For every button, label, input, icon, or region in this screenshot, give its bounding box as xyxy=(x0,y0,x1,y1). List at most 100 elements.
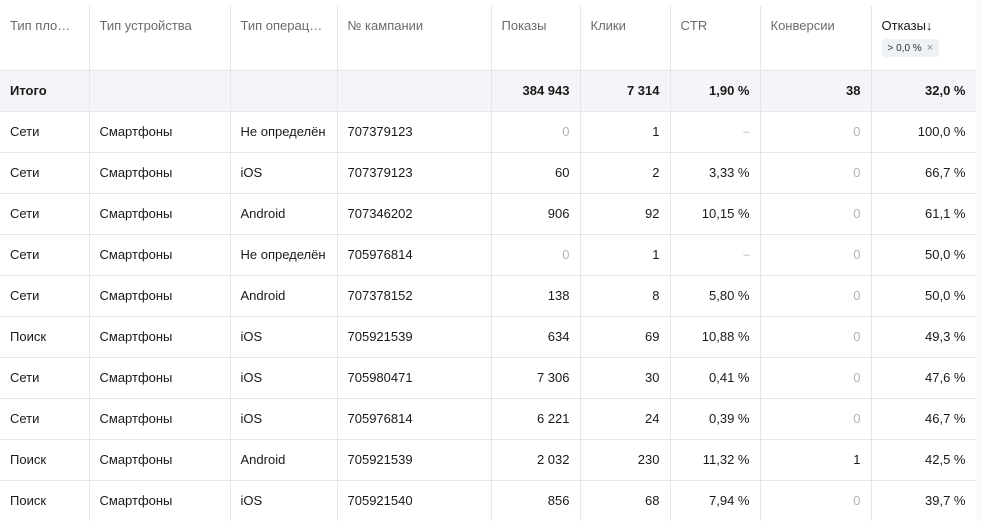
cell-platform: Поиск xyxy=(0,439,90,481)
cell-impressions: 6 221 xyxy=(491,398,581,440)
cell-platform: Сети xyxy=(0,357,90,399)
table-row[interactable]: Поиск Смартфоны Android 705921539 2 032 230 11… xyxy=(0,439,977,481)
cell-device: Смартфоны xyxy=(89,275,231,317)
cell-impressions: 634 xyxy=(491,316,581,358)
col-header-ctr[interactable]: CTR xyxy=(670,6,761,71)
close-icon[interactable]: × xyxy=(927,42,933,54)
cell-ctr: 10,88 % xyxy=(670,316,761,358)
col-header-impressions[interactable]: Показы xyxy=(491,6,581,71)
cell-os: iOS xyxy=(230,480,338,521)
cell-platform: Сети xyxy=(0,234,90,276)
report-table-container: Тип площ… Тип устройства Тип операци… № … xyxy=(0,0,981,521)
cell-bounce: 61,1 % xyxy=(871,193,977,235)
cell-device: Смартфоны xyxy=(89,357,231,399)
cell-os: Android xyxy=(230,275,338,317)
col-header-platform-type[interactable]: Тип площ… xyxy=(0,6,90,71)
cell-impressions: 7 306 xyxy=(491,357,581,399)
cell-os: iOS xyxy=(230,316,338,358)
cell-device: Смартфоны xyxy=(89,316,231,358)
cell-clicks: 69 xyxy=(580,316,671,358)
table-row[interactable]: Сети Смартфоны Android 707378152 138 8 5,80 % 0… xyxy=(0,275,977,317)
total-empty-cell xyxy=(230,70,338,112)
cell-os: Android xyxy=(230,439,338,481)
cell-platform: Поиск xyxy=(0,316,90,358)
cell-ctr: 10,15 % xyxy=(670,193,761,235)
cell-conversions: 0 xyxy=(760,111,872,153)
cell-clicks: 30 xyxy=(580,357,671,399)
cell-conversions: 1 xyxy=(760,439,872,481)
cell-bounce: 50,0 % xyxy=(871,275,977,317)
table-row[interactable]: Сети Смартфоны Android 707346202 906 92 10,15 … xyxy=(0,193,977,235)
cell-conversions: 0 xyxy=(760,316,872,358)
cell-conversions: 0 xyxy=(760,152,872,194)
cell-platform: Сети xyxy=(0,111,90,153)
cell-campaign: 707379123 xyxy=(337,152,492,194)
cell-clicks: 68 xyxy=(580,480,671,521)
cell-ctr: 3,33 % xyxy=(670,152,761,194)
cell-bounce: 42,5 % xyxy=(871,439,977,481)
cell-campaign: 705921540 xyxy=(337,480,492,521)
col-header-clicks[interactable]: Клики xyxy=(580,6,671,71)
cell-ctr: 5,80 % xyxy=(670,275,761,317)
cell-device: Смартфоны xyxy=(89,398,231,440)
table-row[interactable]: Сети Смартфоны Не определён 707379123 0 1–0 10… xyxy=(0,111,977,153)
total-conversions: 38 xyxy=(760,70,872,112)
col-header-conversions[interactable]: Конверсии xyxy=(760,6,872,71)
cell-conversions: 0 xyxy=(760,234,872,276)
cell-bounce: 66,7 % xyxy=(871,152,977,194)
cell-os: iOS xyxy=(230,398,338,440)
table-row[interactable]: Сети Смартфоны iOS 705976814 6 221 24 0,39 % 0 4… xyxy=(0,398,977,440)
col-header-device-type[interactable]: Тип устройства xyxy=(89,6,231,71)
bounce-header-label[interactable]: Отказы↓ xyxy=(882,18,966,33)
col-header-os-type[interactable]: Тип операци… xyxy=(230,6,338,71)
total-row: Итого 384 943 7 314 1,90 % 38 32,0 % xyxy=(0,70,977,112)
table-row[interactable]: Поиск Смартфоны iOS 705921539 634 69 10,88 % 0 4… xyxy=(0,316,977,358)
cell-campaign: 705921539 xyxy=(337,439,492,481)
cell-device: Смартфоны xyxy=(89,152,231,194)
cell-bounce: 50,0 % xyxy=(871,234,977,276)
cell-impressions: 60 xyxy=(491,152,581,194)
total-clicks: 7 314 xyxy=(580,70,671,112)
cell-campaign: 705980471 xyxy=(337,357,492,399)
bounce-filter-chip[interactable]: > 0,0 % × xyxy=(881,39,940,57)
cell-clicks: 2 xyxy=(580,152,671,194)
cell-ctr: – xyxy=(670,234,761,276)
cell-conversions: 0 xyxy=(760,275,872,317)
cell-bounce: 100,0 % xyxy=(871,111,977,153)
table-row[interactable]: Сети Смартфоны iOS 705980471 7 306 30 0,41 % 0 4… xyxy=(0,357,977,399)
total-impressions: 384 943 xyxy=(491,70,581,112)
cell-impressions: 0 xyxy=(491,234,581,276)
cell-conversions: 0 xyxy=(760,398,872,440)
cell-clicks: 1 xyxy=(580,234,671,276)
table-row[interactable]: Сети Смартфоны iOS 707379123 60 2 3,33 % 0 66,7 … xyxy=(0,152,977,194)
total-bounce: 32,0 % xyxy=(871,70,977,112)
table-right-edge xyxy=(976,0,981,521)
cell-conversions: 0 xyxy=(760,357,872,399)
cell-campaign: 705976814 xyxy=(337,234,492,276)
total-label: Итого xyxy=(0,70,90,112)
col-header-bounce-rate[interactable]: Отказы↓ > 0,0 % × xyxy=(871,6,977,71)
cell-clicks: 1 xyxy=(580,111,671,153)
cell-device: Смартфоны xyxy=(89,193,231,235)
cell-device: Смартфоны xyxy=(89,480,231,521)
table-row[interactable]: Сети Смартфоны Не определён 705976814 0 1–0 50… xyxy=(0,234,977,276)
cell-clicks: 8 xyxy=(580,275,671,317)
cell-platform: Сети xyxy=(0,398,90,440)
cell-ctr: 11,32 % xyxy=(670,439,761,481)
cell-os: Android xyxy=(230,193,338,235)
cell-conversions: 0 xyxy=(760,193,872,235)
cell-device: Смартфоны xyxy=(89,439,231,481)
total-ctr: 1,90 % xyxy=(670,70,761,112)
col-header-campaign-id[interactable]: № кампании xyxy=(337,6,492,71)
cell-campaign: 705976814 xyxy=(337,398,492,440)
cell-os: iOS xyxy=(230,152,338,194)
cell-platform: Поиск xyxy=(0,480,90,521)
filter-chip-label: > 0,0 % xyxy=(887,42,922,54)
cell-os: iOS xyxy=(230,357,338,399)
table-row[interactable]: Поиск Смартфоны iOS 705921540 856 68 7,94 % 0 39… xyxy=(0,480,977,521)
cell-ctr: – xyxy=(670,111,761,153)
cell-clicks: 230 xyxy=(580,439,671,481)
cell-impressions: 138 xyxy=(491,275,581,317)
table-header-row: Тип площ… Тип устройства Тип операци… № … xyxy=(0,6,977,71)
cell-impressions: 2 032 xyxy=(491,439,581,481)
